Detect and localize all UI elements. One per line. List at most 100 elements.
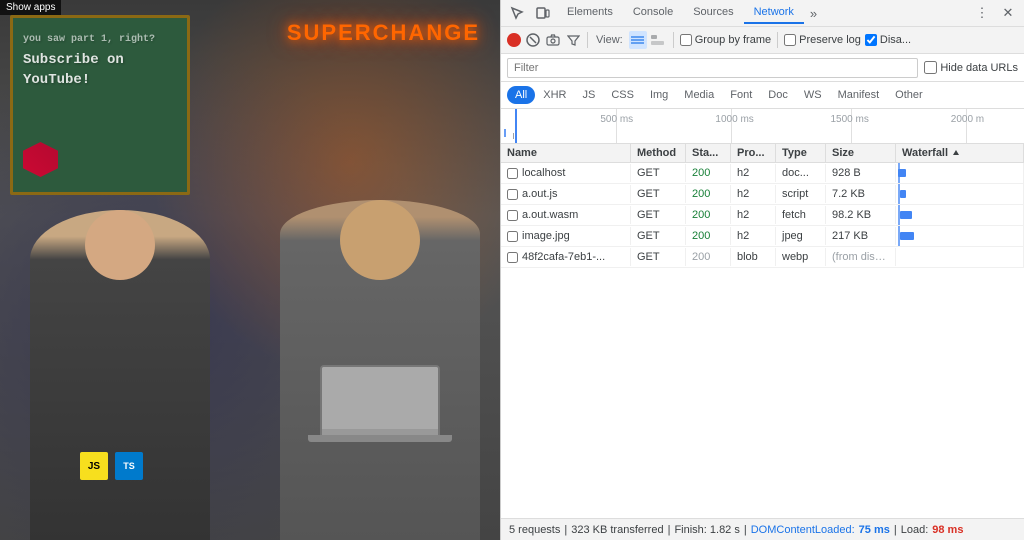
cell-status-aoutjs: 200: [686, 185, 731, 203]
status-sep-4: |: [894, 524, 897, 536]
row-checkbox-aoutjs[interactable]: [507, 189, 518, 200]
cell-size-aoutwasm: 98.2 KB: [826, 206, 896, 224]
cell-proto-aoutwasm: h2: [731, 206, 776, 224]
type-filter-tabs: All XHR JS CSS Img Media Font Doc WS Man…: [501, 82, 1024, 109]
waterfall-bar-imagejpg: [900, 232, 914, 240]
timeline-label-500: 500 ms: [600, 114, 633, 125]
row-checkbox-imagejpg[interactable]: [507, 231, 518, 242]
cell-status-aoutwasm: 200: [686, 206, 731, 224]
col-header-status[interactable]: Sta...: [686, 144, 731, 162]
requests-table: Name Method Sta... Pro... Type Size Wate…: [501, 144, 1024, 518]
view-tree-btn[interactable]: [649, 31, 667, 49]
table-row[interactable]: a.out.wasm GET 200 h2 fetch 98.2 KB: [501, 205, 1024, 226]
cell-method-imagejpg: GET: [631, 227, 686, 245]
cell-size-aoutjs: 7.2 KB: [826, 185, 896, 203]
type-tab-xhr[interactable]: XHR: [535, 86, 574, 104]
chalkboard: you saw part 1, right? Subscribe on YouT…: [10, 15, 190, 195]
devtools-more-tabs[interactable]: »: [804, 4, 823, 23]
timeline-label-2000: 2000 m: [951, 114, 984, 125]
person-left-head: [85, 210, 155, 280]
status-finish: Finish: 1.82 s: [674, 524, 739, 536]
cell-proto-localhost: h2: [731, 164, 776, 182]
clear-button[interactable]: [525, 32, 541, 48]
row-checkbox-localhost[interactable]: [507, 168, 518, 179]
timeline-blue-line: [515, 109, 517, 143]
laptop-screen: [322, 367, 438, 429]
js-badge: JS: [80, 452, 108, 480]
cell-waterfall-imagejpg: [896, 226, 1024, 246]
filter-input[interactable]: [507, 58, 918, 78]
ts-badge: TS: [115, 452, 143, 480]
col-header-waterfall[interactable]: Waterfall: [896, 144, 1024, 162]
col-header-type[interactable]: Type: [776, 144, 826, 162]
disable-cache-checkbox[interactable]: Disa...: [865, 34, 911, 46]
record-button[interactable]: [507, 33, 521, 47]
angular-logo: [23, 142, 58, 177]
load-value: 98 ms: [932, 524, 963, 536]
cell-status-imagejpg: 200: [686, 227, 731, 245]
col-header-method[interactable]: Method: [631, 144, 686, 162]
hide-data-urls-checkbox[interactable]: [924, 61, 937, 74]
laptop: [320, 365, 440, 440]
devtools-topbar: Elements Console Sources Network » ⋮ ✕: [501, 0, 1024, 27]
type-tab-media[interactable]: Media: [676, 86, 722, 104]
view-label: View:: [594, 34, 625, 46]
preserve-log-checkbox[interactable]: Preserve log: [784, 34, 861, 46]
table-row[interactable]: image.jpg GET 200 h2 jpeg 217 KB: [501, 226, 1024, 247]
row-checkbox-aoutwasm[interactable]: [507, 210, 518, 221]
table-row[interactable]: a.out.js GET 200 h2 script 7.2 KB: [501, 184, 1024, 205]
devtools-settings-btn[interactable]: ⋮: [970, 1, 994, 25]
hide-data-urls-label[interactable]: Hide data URLs: [924, 61, 1018, 74]
devtools-device-btn[interactable]: [531, 1, 555, 25]
tab-elements[interactable]: Elements: [557, 2, 623, 24]
status-sep-3: |: [744, 524, 747, 536]
cell-proto-aoutjs: h2: [731, 185, 776, 203]
devtools-select-tool-btn[interactable]: [505, 1, 529, 25]
type-tab-manifest[interactable]: Manifest: [830, 86, 888, 104]
type-tab-img[interactable]: Img: [642, 86, 676, 104]
person-left: [30, 210, 210, 540]
type-tab-doc[interactable]: Doc: [760, 86, 796, 104]
cell-status-localhost: 200: [686, 164, 731, 182]
cell-waterfall-localhost: [896, 163, 1024, 183]
cell-name-imagejpg: image.jpg: [501, 227, 631, 245]
row-checkbox-blob[interactable]: [507, 252, 518, 263]
cell-method-aoutjs: GET: [631, 185, 686, 203]
timeline-label-1500: 1500 ms: [830, 114, 868, 125]
toolbar-divider-1: [587, 32, 588, 48]
tab-console[interactable]: Console: [623, 2, 683, 24]
timeline-bar-1: [504, 129, 506, 137]
neon-sign: SUPERCHANGE: [287, 20, 480, 46]
type-tab-ws[interactable]: WS: [796, 86, 830, 104]
cell-type-aoutwasm: fetch: [776, 206, 826, 224]
type-tab-js[interactable]: JS: [574, 86, 603, 104]
tab-sources[interactable]: Sources: [683, 2, 743, 24]
table-row[interactable]: localhost GET 200 h2 doc... 928 B: [501, 163, 1024, 184]
col-header-name[interactable]: Name: [501, 144, 631, 162]
cell-method-localhost: GET: [631, 164, 686, 182]
col-header-size[interactable]: Size: [826, 144, 896, 162]
type-tab-font[interactable]: Font: [722, 86, 760, 104]
cell-proto-blob: blob: [731, 248, 776, 266]
table-header: Name Method Sta... Pro... Type Size Wate…: [501, 144, 1024, 163]
screenshot-button[interactable]: [545, 32, 561, 48]
col-header-proto[interactable]: Pro...: [731, 144, 776, 162]
show-apps-button[interactable]: Show apps: [0, 0, 61, 15]
waterfall-line-blue: [898, 163, 900, 183]
view-list-btn[interactable]: [629, 31, 647, 49]
cell-name-aoutwasm: a.out.wasm: [501, 206, 631, 224]
dom-content-loaded-value: 75 ms: [859, 524, 890, 536]
type-tab-css[interactable]: CSS: [603, 86, 642, 104]
devtools-panel: Elements Console Sources Network » ⋮ ✕ V…: [500, 0, 1024, 540]
table-row[interactable]: 48f2cafa-7eb1-... GET 200 blob webp (fro…: [501, 247, 1024, 268]
type-tab-all[interactable]: All: [507, 86, 535, 104]
dom-content-loaded-link[interactable]: DOMContentLoaded:: [751, 524, 855, 536]
type-tab-other[interactable]: Other: [887, 86, 931, 104]
cell-name-blob: 48f2cafa-7eb1-...: [501, 248, 631, 266]
group-by-frame-checkbox[interactable]: Group by frame: [680, 34, 771, 46]
devtools-close-btn[interactable]: ✕: [996, 1, 1020, 25]
toolbar-divider-3: [777, 32, 778, 48]
cell-size-imagejpg: 217 KB: [826, 227, 896, 245]
tab-network[interactable]: Network: [744, 2, 804, 24]
cell-waterfall-blob: [896, 247, 1024, 267]
